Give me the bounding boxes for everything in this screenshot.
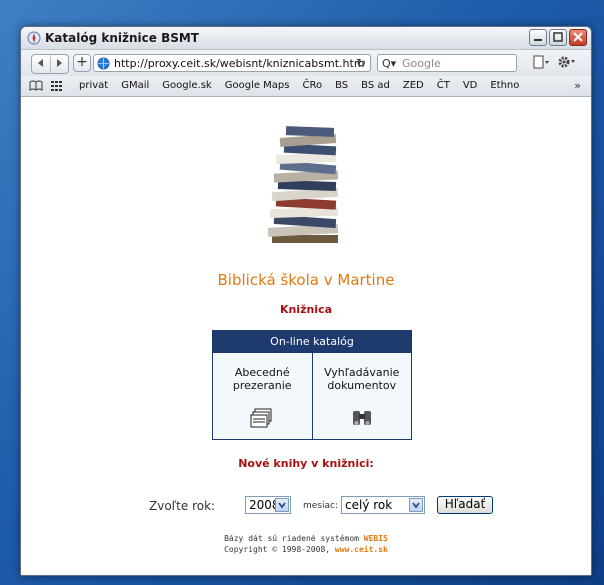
close-button[interactable] [569,29,587,46]
bookmark-items: privat GMail Google.sk Google Maps ČRo B… [79,80,532,91]
footer-line-1: Bázy dát sú riadené systémom WEBIS [21,533,591,544]
alphabetical-browse-label-line2: prezeranie [232,379,292,392]
close-icon [573,32,583,42]
gear-icon[interactable] [557,54,577,70]
bookmark-item[interactable]: BS ad [361,80,390,91]
address-bar[interactable]: http://proxy.ceit.sk/webisnt/kniznicabsm… [93,54,371,72]
page-footer: Bázy dát sú riadené systémom WEBIS Copyr… [21,533,591,555]
url-text: http://proxy.ceit.sk/webisnt/kniznicabsm… [114,57,365,70]
bookmark-item[interactable]: BS [335,80,348,91]
webis-link[interactable]: WEBIS [364,534,388,543]
alphabetical-browse-link[interactable]: Abecedné prezeranie [213,353,313,439]
reload-icon[interactable]: ↻ [356,56,366,70]
bookmark-item[interactable]: Google Maps [225,80,290,91]
bookmark-item[interactable]: ZED [403,80,424,91]
page-content: Biblická škola v Martine Knižnica On-lin… [21,97,591,575]
search-placeholder: Google [402,57,441,70]
document-search-label-line2: dokumentov [327,379,397,392]
year-label: Zvoľte rok: [149,499,216,513]
book-stack-image [267,126,339,243]
maximize-button[interactable] [549,29,567,46]
maximize-icon [553,32,563,42]
search-field[interactable]: Q▾ Google [377,54,517,72]
bookmark-item[interactable]: ČT [437,80,450,91]
footer-system-text: Bázy dát sú riadené systémom [224,534,364,543]
online-catalog-panel: On-line katalóg Abecedné prezeranie Vyhľ… [212,330,412,440]
minimize-icon [534,39,542,41]
book-icon[interactable] [29,80,43,91]
bookmark-item[interactable]: Ethno [490,80,519,91]
binoculars-icon [352,411,371,425]
search-button[interactable]: Hľadať [437,496,493,514]
chevron-down-icon [275,498,289,512]
catalog-options: Abecedné prezeranie Vyhľadávanie dokumen… [213,353,411,439]
bookmarks-bar: privat GMail Google.sk Google Maps ČRo B… [21,76,591,97]
bookmark-item[interactable]: Google.sk [162,80,211,91]
document-search-link[interactable]: Vyhľadávanie dokumentov [313,353,412,439]
title-bar: Katalóg knižnice BSMT [21,27,591,50]
card-index-icon [250,408,272,428]
bookmark-item[interactable]: VD [463,80,478,91]
back-arrow-icon [38,59,43,67]
page-menu-icon[interactable] [533,55,551,69]
safari-compass-icon [27,31,41,45]
month-label: mesiac: [303,501,338,511]
forward-arrow-icon [56,59,62,67]
minimize-button[interactable] [529,29,547,46]
bookmark-item[interactable]: ČRo [303,80,323,91]
chevron-down-icon [409,498,423,512]
back-forward-group [31,54,69,74]
browser-window: Katalóg knižnice BSMT + http://proxy.cei… [20,26,592,576]
bookmark-item[interactable]: privat [79,80,108,91]
search-icon: Q▾ [382,57,397,70]
back-button[interactable] [32,55,51,73]
navigation-toolbar: + http://proxy.ceit.sk/webisnt/kniznicab… [21,50,591,76]
site-title: Biblická škola v Martine [217,271,395,289]
top-sites-grid-icon[interactable] [51,81,63,91]
bookmarks-overflow-button[interactable]: » [574,79,581,92]
catalog-header: On-line katalóg [213,331,411,353]
globe-icon [97,57,110,70]
window-controls [529,29,587,46]
library-heading: Knižnica [279,303,333,316]
ceit-link[interactable]: www.ceit.sk [335,545,388,554]
add-bookmark-button[interactable]: + [73,54,91,72]
alphabetical-browse-label-line1: Abecedné [234,366,290,379]
document-search-label-line1: Vyhľadávanie [324,366,400,379]
forward-button[interactable] [51,55,69,73]
footer-line-2: Copyright © 1998-2008, www.ceit.sk [21,544,591,555]
month-select[interactable]: celý rok [341,496,425,514]
copyright-text: Copyright © 1998-2008, [224,545,335,554]
bookmark-item[interactable]: GMail [121,80,149,91]
month-value: celý rok [345,498,393,512]
new-books-heading: Nové knihy v knižnici: [238,457,374,470]
year-select[interactable]: 2008 [245,496,291,514]
window-title: Katalóg knižnice BSMT [45,31,199,45]
